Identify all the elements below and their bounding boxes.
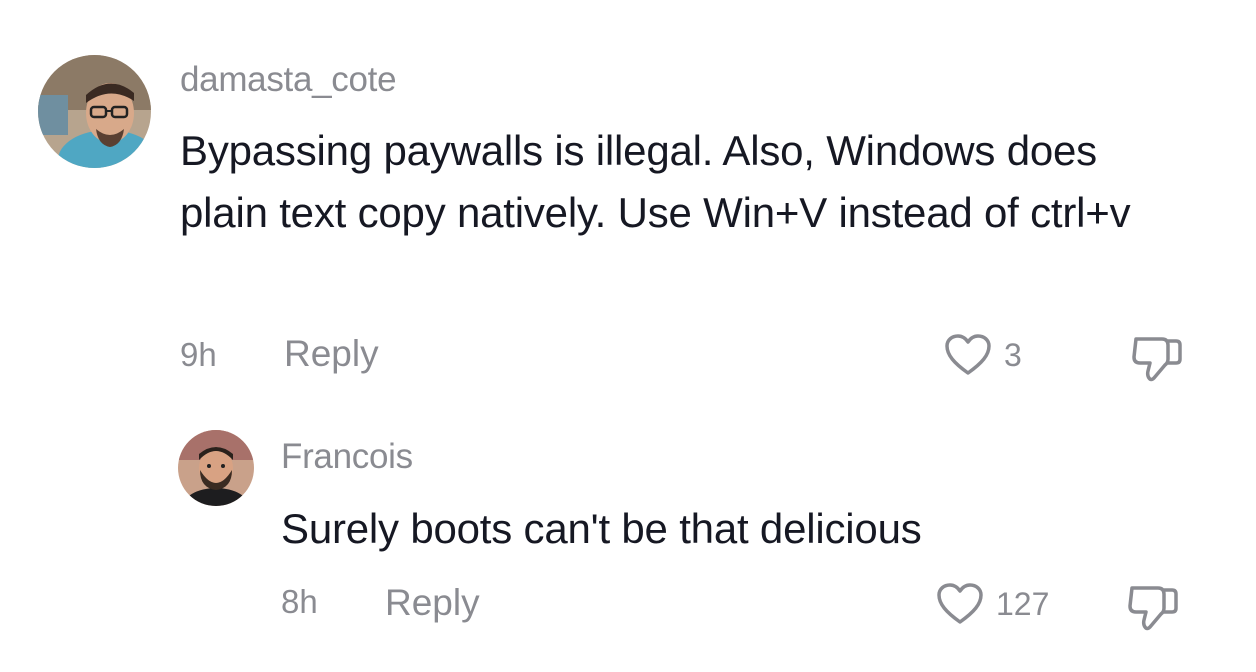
like-button[interactable]: 127 bbox=[936, 582, 1049, 626]
reply-button[interactable]: Reply bbox=[284, 333, 379, 375]
avatar-glasses-man-icon bbox=[38, 55, 151, 168]
reply-comment: Francois Surely boots can't be that deli… bbox=[0, 400, 1256, 672]
comment-username[interactable]: damasta_cote bbox=[180, 60, 397, 100]
like-count: 3 bbox=[1004, 336, 1022, 373]
like-count: 127 bbox=[996, 585, 1050, 622]
user-avatar[interactable] bbox=[178, 430, 254, 506]
comment-text: Bypassing paywalls is illegal. Also, Win… bbox=[180, 127, 1131, 236]
avatar-bearded-man-icon bbox=[178, 430, 254, 506]
comment-timestamp: 8h bbox=[281, 583, 318, 620]
comment-timestamp: 9h bbox=[180, 336, 217, 373]
user-avatar[interactable] bbox=[38, 55, 151, 168]
dislike-button[interactable] bbox=[1130, 333, 1184, 388]
thumbs-down-icon bbox=[1132, 337, 1182, 382]
comment: damasta_cote Bypassing paywalls is illeg… bbox=[0, 0, 1256, 400]
reply-button[interactable]: Reply bbox=[385, 582, 480, 624]
dislike-button[interactable] bbox=[1126, 582, 1180, 637]
heart-outline-icon bbox=[937, 583, 983, 624]
thumbs-down-icon bbox=[1128, 586, 1178, 631]
comment-text: Surely boots can't be that delicious bbox=[281, 505, 922, 552]
like-button[interactable]: 3 bbox=[944, 333, 1022, 377]
comment-username[interactable]: Francois bbox=[281, 437, 413, 477]
heart-outline-icon bbox=[945, 334, 991, 375]
